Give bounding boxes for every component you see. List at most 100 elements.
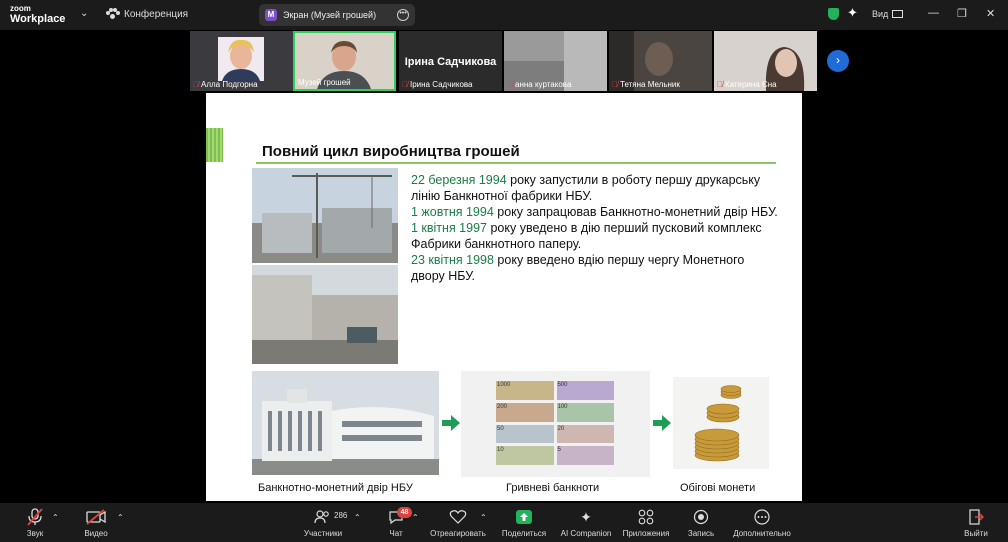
chevron-up-icon[interactable]: ⌃ bbox=[480, 513, 487, 522]
chat-label: Чат bbox=[389, 529, 403, 538]
record-button[interactable]: Запись bbox=[684, 507, 718, 538]
more-icon bbox=[754, 509, 770, 525]
history-date: 23 квітня 1998 bbox=[411, 253, 494, 267]
participants-count: 286 bbox=[334, 511, 348, 520]
heart-icon bbox=[449, 510, 467, 524]
screen-share-label: Экран (Музей грошей) bbox=[283, 10, 377, 20]
caption-banknotes: Гривневі банкноти bbox=[506, 482, 600, 494]
meeting-toolbar: Звук ⌃ Видео ⌃ Участники ⌃ Чат ⌃ Отреаги… bbox=[0, 503, 1008, 542]
more-button[interactable]: Дополнительно bbox=[730, 507, 794, 538]
share-screen-icon bbox=[516, 510, 532, 524]
screen-badge: M bbox=[265, 9, 277, 21]
mic-muted-icon bbox=[27, 508, 43, 526]
mic-muted-icon: 🎙̸ bbox=[507, 80, 513, 89]
slide-title: Повний цикл виробництва грошей bbox=[262, 143, 520, 160]
share-button[interactable]: Поделиться bbox=[498, 507, 550, 538]
video-label: Видео bbox=[84, 529, 108, 538]
apps-button[interactable]: Приложения bbox=[620, 507, 672, 538]
shield-icon[interactable] bbox=[828, 8, 839, 20]
banknote: 10 bbox=[496, 446, 554, 465]
shared-screen-slide: Повний цикл виробництва грошей 22 березн… bbox=[206, 93, 802, 501]
banknotes-photo: 1000 500 200 100 50 20 10 5 bbox=[461, 371, 650, 477]
title-divider bbox=[256, 162, 776, 164]
history-date: 22 березня 1994 bbox=[411, 173, 507, 187]
leave-icon bbox=[969, 509, 984, 525]
record-icon bbox=[693, 509, 709, 525]
chevron-down-icon[interactable]: ⌄ bbox=[80, 8, 88, 19]
banknote: 5 bbox=[556, 446, 614, 465]
participant-tile-5[interactable]: 🎙̸ Тетяна Мельник bbox=[609, 31, 712, 91]
participant-tile-4[interactable]: 🎙̸ анна куртакова bbox=[504, 31, 607, 91]
banknote: 20 bbox=[556, 424, 614, 444]
participant-name: Катерина Єна bbox=[725, 80, 777, 89]
history-paragraph: 22 березня 1994 року запустили в роботу … bbox=[411, 172, 781, 204]
arrow-right-icon bbox=[653, 415, 671, 431]
arrow-right-icon bbox=[442, 415, 460, 431]
zoom-logo: zoom Workplace bbox=[10, 4, 65, 25]
screen-share-pill[interactable]: M Экран (Музей грошей) ••• bbox=[259, 4, 415, 26]
close-icon[interactable]: ✕ bbox=[986, 7, 995, 20]
chevron-right-icon: › bbox=[836, 53, 840, 67]
history-paragraph: 1 жовтня 1994 року запрацював Банкнотно-… bbox=[411, 204, 781, 220]
participants-label: Участники bbox=[303, 529, 343, 538]
leave-label: Выйти bbox=[964, 529, 988, 538]
construction-photo-2 bbox=[252, 265, 398, 364]
chevron-up-icon[interactable]: ⌃ bbox=[412, 513, 419, 522]
audio-label: Звук bbox=[26, 529, 44, 538]
grid-icon bbox=[892, 10, 904, 18]
chevron-up-icon[interactable]: ⌃ bbox=[52, 513, 59, 522]
participant-name: Алла Подгорна bbox=[201, 80, 258, 89]
chevron-up-icon[interactable]: ⌃ bbox=[354, 513, 361, 522]
history-paragraph: 23 квітня 1998 року введено вдію першу ч… bbox=[411, 252, 781, 284]
apps-label: Приложения bbox=[622, 529, 670, 538]
banknote: 200 bbox=[496, 402, 554, 422]
participant-name: анна куртакова bbox=[515, 80, 572, 89]
participant-tile-3[interactable]: Ірина Садчикова 🎙̸ Ірина Садчикова bbox=[399, 31, 502, 91]
ai-sparkle-icon: ✦ bbox=[580, 508, 592, 525]
minimize-icon[interactable]: — bbox=[928, 7, 939, 19]
history-text-rest: року запрацював Банкнотно-монетний двір … bbox=[493, 205, 778, 219]
audio-button[interactable]: Звук bbox=[18, 507, 52, 538]
participant-big-name: Ірина Садчикова bbox=[404, 56, 497, 68]
construction-photo-1 bbox=[252, 168, 398, 263]
chevron-up-icon[interactable]: ⌃ bbox=[117, 513, 124, 522]
mic-muted-icon: 🎙̸ bbox=[193, 80, 199, 89]
leave-button[interactable]: Выйти bbox=[960, 507, 992, 538]
meeting-info-button[interactable]: Конференция bbox=[106, 8, 188, 20]
mic-muted-icon: 🎙̸ bbox=[717, 80, 723, 89]
next-participants-button[interactable]: › bbox=[827, 50, 849, 72]
record-label: Запись bbox=[687, 529, 715, 538]
mic-muted-icon: 🎙̸ bbox=[402, 80, 408, 89]
caption-mint: Банкнотно-монетний двір НБУ bbox=[258, 482, 413, 494]
participant-name: Музей грошей bbox=[298, 78, 351, 87]
history-text: 22 березня 1994 року запустили в роботу … bbox=[411, 172, 781, 284]
react-label: Отреагировать bbox=[430, 529, 486, 538]
banknote: 1000 bbox=[496, 381, 554, 400]
restore-icon[interactable]: ❐ bbox=[957, 7, 967, 20]
title-bar: zoom Workplace ⌄ Конференция M Экран (Му… bbox=[0, 0, 1008, 30]
decorative-strip bbox=[206, 128, 223, 162]
caption-coins: Обігові монети bbox=[680, 482, 756, 494]
participant-tile-1[interactable]: 🎙̸ Алла Подгорна bbox=[190, 31, 293, 91]
video-button[interactable]: Видео bbox=[80, 507, 112, 538]
banknote: 50 bbox=[496, 424, 554, 444]
banknote: 500 bbox=[556, 381, 614, 400]
chat-unread-badge: 48 bbox=[397, 507, 412, 518]
ai-sparkle-icon[interactable]: ✦ bbox=[847, 5, 858, 21]
ai-companion-button[interactable]: ✦ AI Companion bbox=[558, 507, 614, 539]
view-label: Вид bbox=[872, 9, 889, 19]
view-button[interactable]: Вид bbox=[872, 9, 904, 19]
history-date: 1 жовтня 1994 bbox=[411, 205, 494, 219]
participants-icon bbox=[314, 510, 329, 524]
more-label: Дополнительно bbox=[733, 529, 791, 538]
more-icon[interactable]: ••• bbox=[397, 9, 409, 21]
participant-name: Ірина Садчикова bbox=[410, 80, 473, 89]
mic-muted-icon: 🎙̸ bbox=[612, 80, 618, 89]
history-paragraph: 1 квітня 1997 року уведено в дію перший … bbox=[411, 220, 781, 252]
participant-tile-6[interactable]: 🎙̸ Катерина Єна bbox=[714, 31, 817, 91]
share-label: Поделиться bbox=[501, 529, 547, 538]
banknote: 100 bbox=[556, 402, 614, 422]
meeting-label: Конференция bbox=[124, 8, 189, 20]
participant-tile-2[interactable]: Музей грошей bbox=[293, 31, 396, 91]
react-button[interactable]: Отреагировать bbox=[428, 507, 488, 538]
